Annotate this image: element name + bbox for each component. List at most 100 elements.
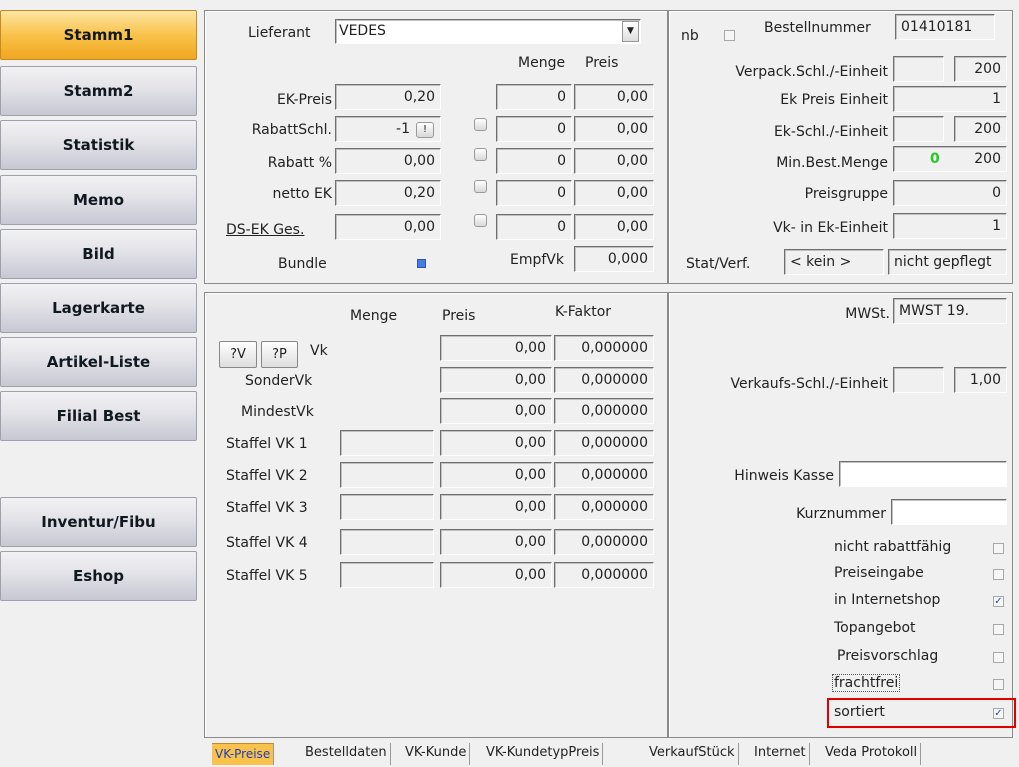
staffel-vk-2-kfaktor[interactable]: 0,000000 (554, 462, 654, 488)
frachtfrei-checkbox[interactable] (993, 679, 1004, 690)
in-internetshop-checkbox[interactable]: ✓ (993, 596, 1004, 607)
staffel-vk-1-menge[interactable] (340, 430, 434, 456)
nb-checkbox[interactable] (724, 30, 735, 41)
lieferant-value: VEDES (339, 23, 386, 39)
topangebot-checkbox[interactable] (993, 624, 1004, 635)
sortiert-checkbox[interactable]: ✓ (993, 708, 1004, 719)
netto-ek-label: netto EK (272, 186, 332, 202)
in-internetshop-label: in Internetshop (834, 592, 941, 608)
nav-bild[interactable]: Bild (0, 229, 197, 279)
ek-einheit-field[interactable]: 200 (954, 116, 1007, 142)
staffel-vk-3-kfaktor[interactable]: 0,000000 (554, 494, 654, 520)
vk-menge-header: Menge (350, 308, 398, 324)
ek-preis-3[interactable]: 0,00 (574, 148, 654, 174)
sondervk-preis-field[interactable]: 0,00 (440, 367, 552, 393)
preisvorschlag-checkbox[interactable] (993, 652, 1004, 663)
staffel-vk-1-preis[interactable]: 0,00 (440, 430, 552, 456)
nav-filial-best[interactable]: Filial Best (0, 391, 197, 441)
min-best-value: 200 (974, 151, 1001, 167)
netto-ek-field[interactable]: 0,20 (335, 180, 441, 206)
tab-vk-preise[interactable]: VK-Preise (212, 743, 275, 765)
staffel-vk-5-menge[interactable] (340, 562, 434, 588)
ek-menge-5[interactable]: 0 (496, 214, 572, 240)
staffel-4-button[interactable] (474, 214, 487, 227)
ek-menge-4[interactable]: 0 (496, 180, 572, 206)
vk-preis-header: Preis (442, 308, 476, 324)
ek-preis-1[interactable]: 0,00 (574, 84, 654, 110)
nav-lagerkarte[interactable]: Lagerkarte (0, 283, 197, 333)
tab-internet[interactable]: Internet (751, 743, 810, 765)
kurznummer-field[interactable] (891, 499, 1007, 525)
staffel-vk-5-kfaktor[interactable]: 0,000000 (554, 562, 654, 588)
sondervk-kfaktor-field[interactable]: 0,000000 (554, 367, 654, 393)
nav-memo[interactable]: Memo (0, 175, 197, 225)
dropdown-arrow-icon[interactable]: ▼ (622, 21, 639, 42)
staffel-vk-1-kfaktor[interactable]: 0,000000 (554, 430, 654, 456)
nav-statistik[interactable]: Statistik (0, 120, 197, 170)
preiseingabe-checkbox[interactable] (993, 569, 1004, 580)
mwst-label: MWSt. (845, 306, 890, 322)
stat-status-field[interactable]: nicht gepflegt (888, 249, 1007, 275)
vk-query-v-button[interactable]: ?V (219, 341, 257, 368)
mindestvk-preis-field[interactable]: 0,00 (440, 398, 552, 424)
vk-kfaktor-header: K-Faktor (555, 304, 612, 320)
ek-menge-2[interactable]: 0 (496, 116, 572, 142)
staffel-1-button[interactable] (474, 118, 487, 131)
tab-bestelldaten[interactable]: Bestelldaten (302, 743, 391, 765)
nav-stamm2[interactable]: Stamm2 (0, 66, 197, 116)
verkaufs-einheit-field[interactable]: 1,00 (954, 367, 1007, 393)
staffel-2-button[interactable] (474, 148, 487, 161)
ek-menge-1[interactable]: 0 (496, 84, 572, 110)
nicht-rabattfaehig-checkbox[interactable] (993, 543, 1004, 554)
vk-query-p-button[interactable]: ?P (261, 341, 298, 368)
ds-ek-label[interactable]: DS-EK Ges. (226, 222, 304, 238)
ek-preis-5[interactable]: 0,00 (574, 214, 654, 240)
staffel-vk-3-menge[interactable] (340, 494, 434, 520)
staffel-vk-4-kfaktor[interactable]: 0,000000 (554, 529, 654, 555)
staffel-vk-2-preis[interactable]: 0,00 (440, 462, 552, 488)
hinweis-kasse-field[interactable] (839, 461, 1007, 487)
min-best-field[interactable]: 0 200 (893, 146, 1007, 172)
tab-veda-protokoll[interactable]: Veda Protokoll (822, 743, 922, 765)
verkaufs-schl-field[interactable] (893, 367, 944, 393)
staffel-3-button[interactable] (474, 180, 487, 193)
staffel-vk-2-menge[interactable] (340, 462, 434, 488)
min-best-indicator: 0 (930, 151, 940, 167)
tab-vk-kunde[interactable]: VK-Kunde (402, 743, 471, 765)
staffel-vk-4-menge[interactable] (340, 529, 434, 555)
rabattschl-button[interactable]: ! (416, 122, 434, 138)
lieferant-select[interactable]: VEDES ▼ (335, 19, 641, 44)
bestellnummer-field[interactable]: 01410181 (895, 14, 995, 40)
staffel-vk-3-preis[interactable]: 0,00 (440, 494, 552, 520)
nav-inventur-fibu[interactable]: Inventur/Fibu (0, 497, 197, 547)
staffel-vk-5-preis[interactable]: 0,00 (440, 562, 552, 588)
ek-preis-field[interactable]: 0,20 (335, 84, 441, 110)
ek-schl-field[interactable] (893, 116, 944, 142)
nav-stamm1[interactable]: Stamm1 (0, 10, 197, 60)
preisgruppe-field[interactable]: 0 (893, 180, 1007, 206)
ek-menge-3[interactable]: 0 (496, 148, 572, 174)
nav-artikel-liste[interactable]: Artikel-Liste (0, 337, 197, 387)
empfvk-field[interactable]: 0,000 (574, 246, 654, 272)
nav-eshop[interactable]: Eshop (0, 551, 197, 601)
ek-preis-2[interactable]: 0,00 (574, 116, 654, 142)
verpack-einheit-field[interactable]: 200 (954, 56, 1007, 82)
preis-header: Preis (585, 55, 619, 71)
bundle-indicator (417, 259, 426, 268)
ek-preis-4[interactable]: 0,00 (574, 180, 654, 206)
verpack-schl-field[interactable] (893, 56, 944, 82)
tab-vk-kundetyppreis[interactable]: VK-KundetypPreis (483, 743, 604, 765)
vk-kfaktor-field[interactable]: 0,000000 (554, 335, 654, 361)
vk-preis-field[interactable]: 0,00 (440, 335, 552, 361)
ds-ek-field[interactable]: 0,00 (335, 214, 441, 240)
staffel-vk-2-label: Staffel VK 2 (226, 468, 308, 484)
mindestvk-kfaktor-field[interactable]: 0,000000 (554, 398, 654, 424)
vk-in-ek-field[interactable]: 1 (893, 213, 1007, 239)
staffel-vk-4-preis[interactable]: 0,00 (440, 529, 552, 555)
mwst-field[interactable]: MWST 19. (893, 298, 1007, 324)
stat-verf-field[interactable]: < kein > (784, 249, 884, 275)
ek-preis-einheit-field[interactable]: 1 (893, 86, 1007, 112)
rabatt-field[interactable]: 0,00 (335, 148, 441, 174)
empfvk-label: EmpfVk (510, 252, 564, 268)
tab-verkaufstueck[interactable]: VerkaufStück (646, 743, 739, 765)
